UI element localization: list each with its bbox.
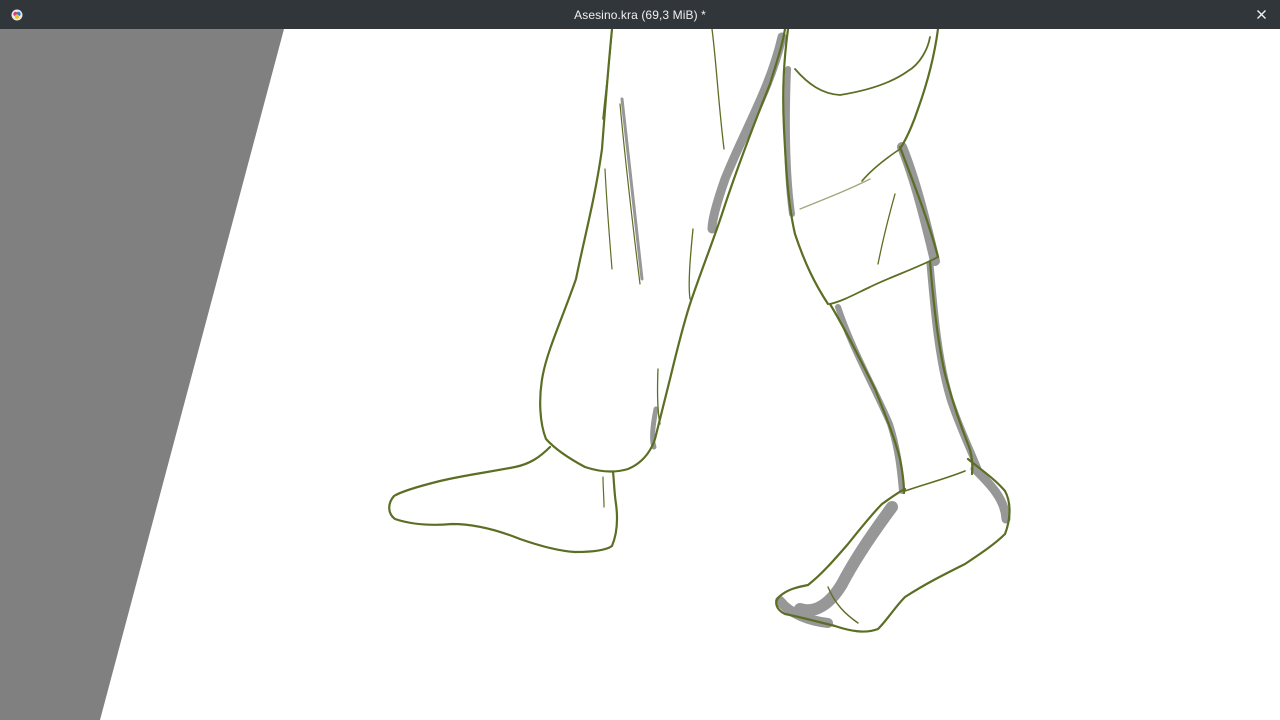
canvas-area[interactable]	[0, 29, 1280, 720]
krita-app-icon	[11, 8, 23, 21]
close-button[interactable]	[1253, 6, 1270, 23]
window-title: Asesino.kra (69,3 MiB) *	[574, 7, 706, 22]
paper	[100, 29, 1280, 720]
title-bar[interactable]: Asesino.kra (69,3 MiB) *	[0, 0, 1280, 29]
drawing-canvas[interactable]	[0, 29, 1280, 720]
krita-window: Asesino.kra (69,3 MiB) *	[0, 0, 1280, 720]
close-icon	[1257, 10, 1266, 19]
